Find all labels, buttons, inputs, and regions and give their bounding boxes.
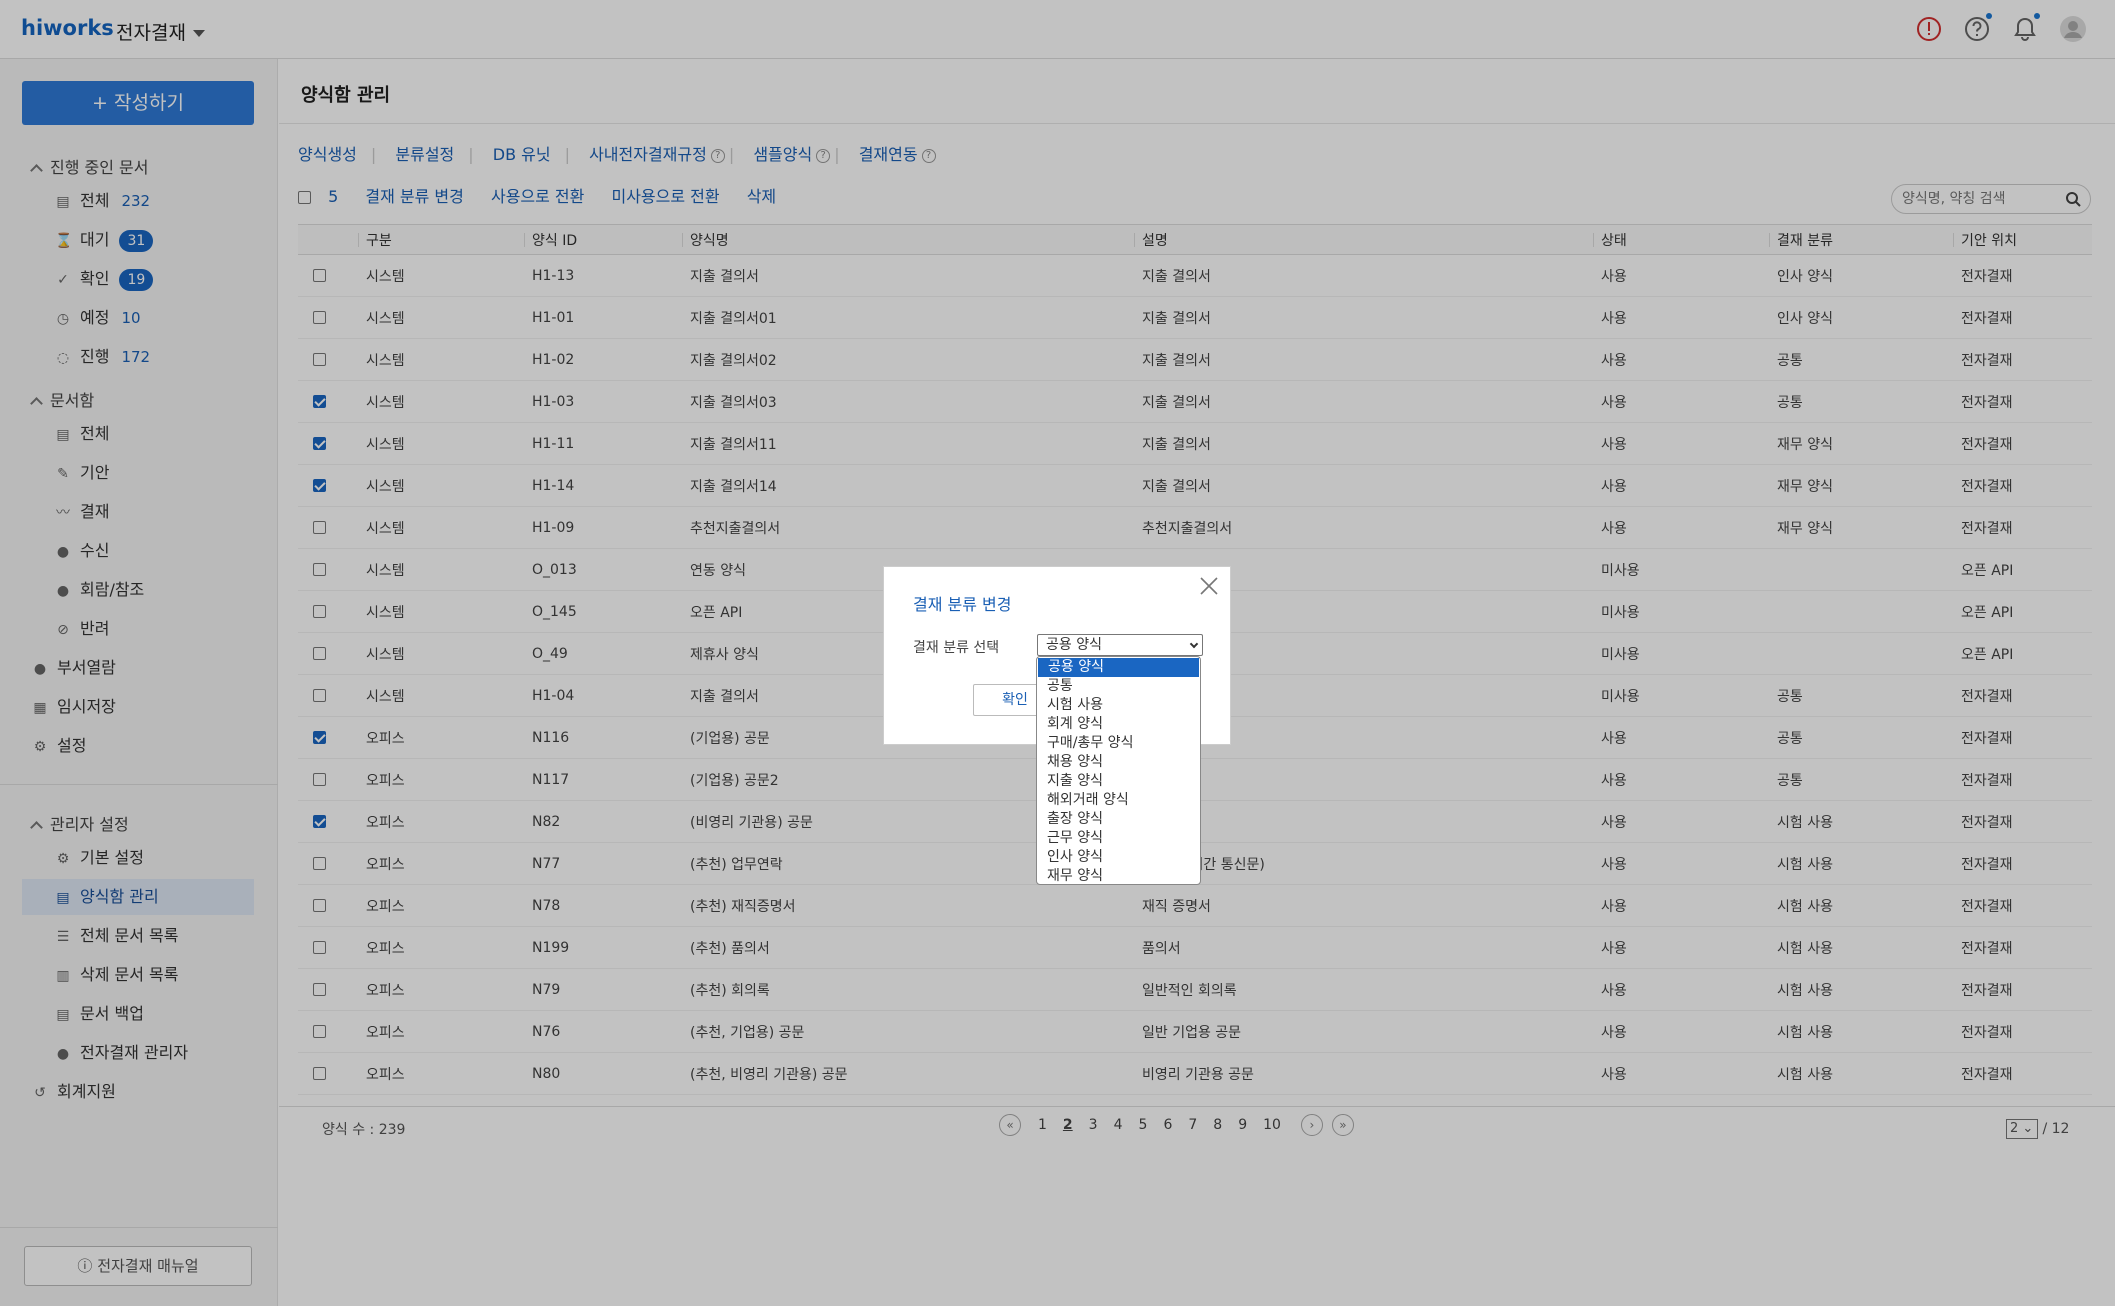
dropdown-option[interactable]: 공통: [1037, 677, 1200, 696]
close-icon[interactable]: [1198, 575, 1220, 597]
dropdown-option[interactable]: 근무 양식: [1037, 829, 1200, 848]
modal-title: 결재 분류 변경: [913, 595, 1012, 614]
dropdown-option[interactable]: 회계 양식: [1037, 715, 1200, 734]
dropdown-option[interactable]: 인사 양식: [1037, 848, 1200, 867]
dropdown-option[interactable]: 구매/총무 양식: [1037, 734, 1200, 753]
category-dropdown-list: 공용 양식 공통 시험 사용 회계 양식 구매/총무 양식 채용 양식 지출 양식 해외거래 …: [1036, 656, 1201, 885]
dropdown-option[interactable]: 해외거래 양식: [1037, 791, 1200, 810]
dropdown-option[interactable]: 시험 사용: [1037, 696, 1200, 715]
dropdown-option[interactable]: 재무 양식: [1037, 867, 1200, 886]
category-select[interactable]: 공용 양식: [1037, 634, 1203, 656]
dropdown-option[interactable]: 공용 양식: [1038, 658, 1199, 677]
dropdown-option[interactable]: 채용 양식: [1037, 753, 1200, 772]
dropdown-option[interactable]: 지출 양식: [1037, 772, 1200, 791]
modal-field-label: 결재 분류 선택: [913, 640, 1000, 656]
dropdown-option[interactable]: 출장 양식: [1037, 810, 1200, 829]
chevron-down-icon: [1189, 639, 1199, 649]
